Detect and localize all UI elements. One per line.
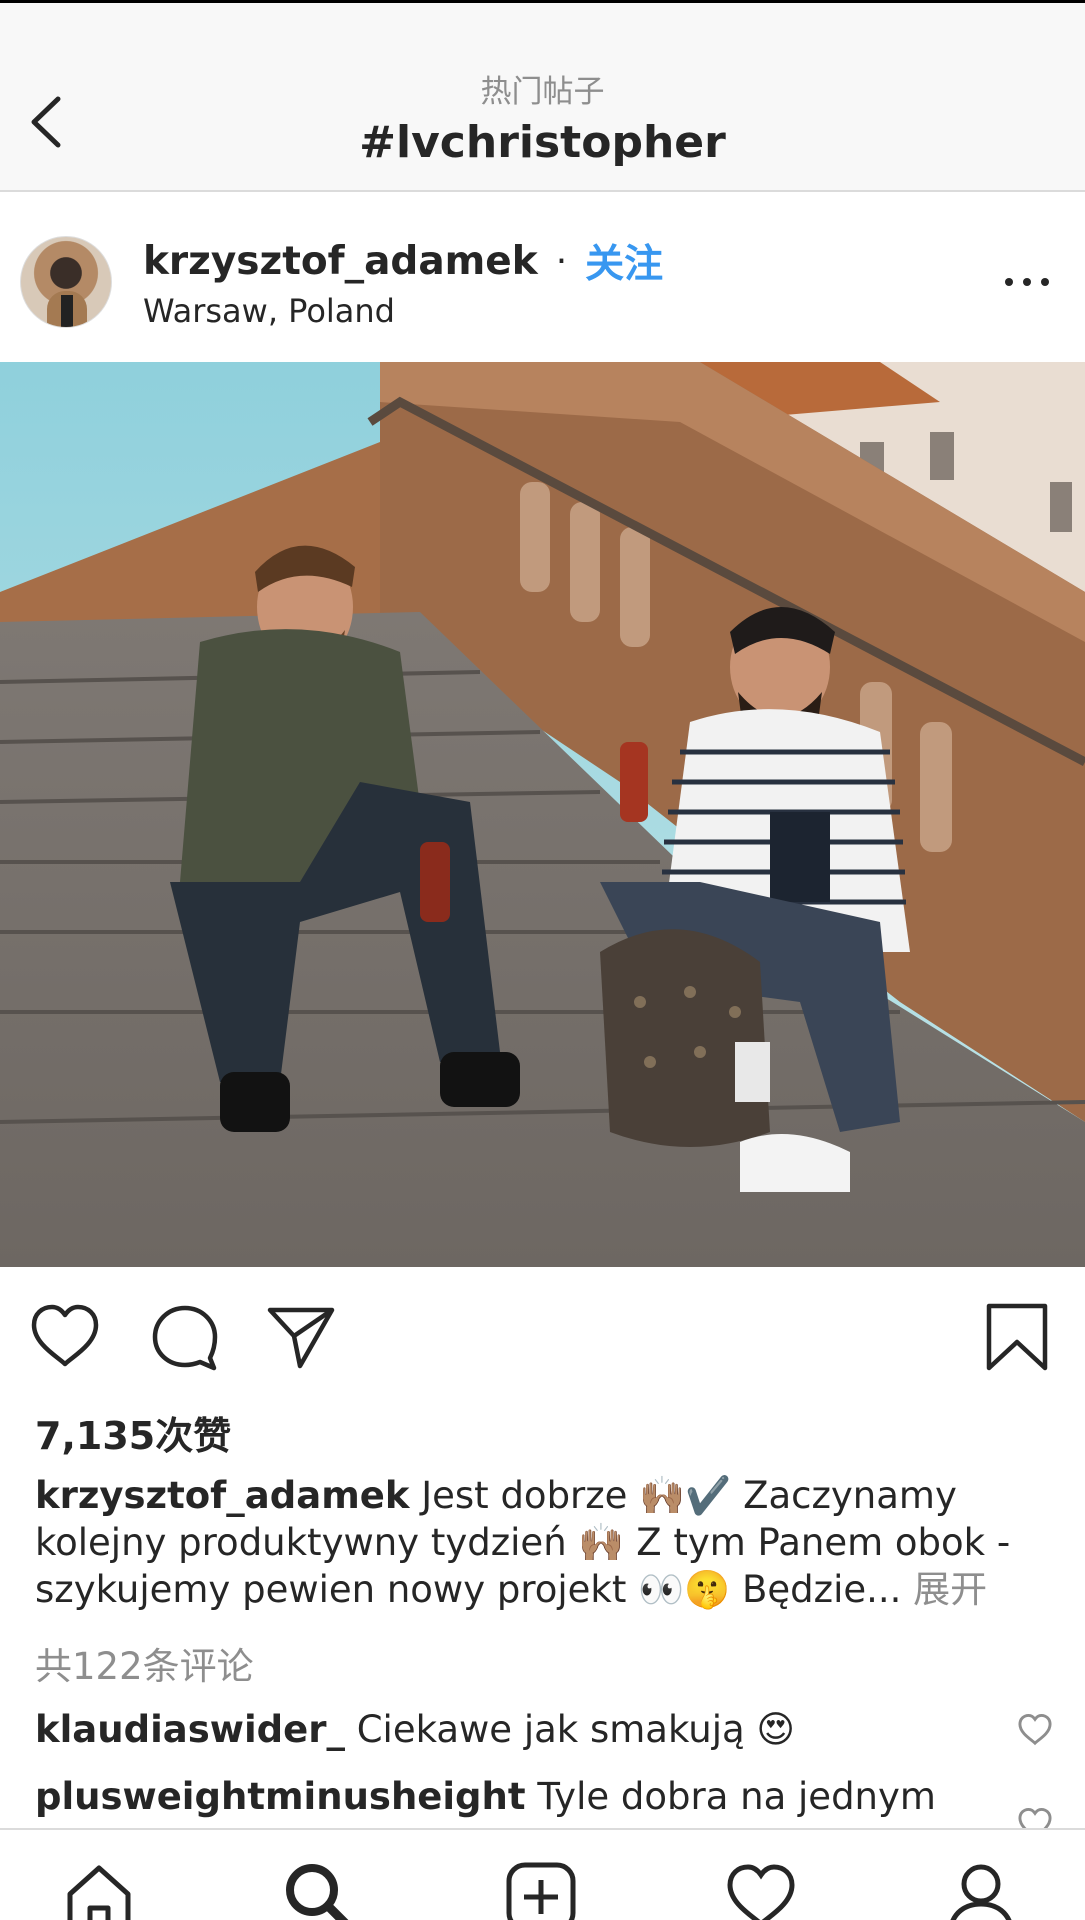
profile-icon (950, 1864, 1012, 1920)
page-subtitle: 热门帖子 (480, 74, 605, 110)
tab-activity[interactable] (724, 1860, 798, 1920)
post-photo-illustration (0, 362, 1085, 1267)
tab-search[interactable] (282, 1860, 356, 1920)
tab-home[interactable] (62, 1860, 136, 1920)
username-row: krzysztof_adamek · 关注 (143, 233, 663, 289)
likes-count[interactable]: 7,135次赞 (35, 1405, 231, 1460)
comment-button[interactable] (148, 1300, 222, 1374)
more-options-button[interactable] (1005, 272, 1049, 292)
expand-caption-link[interactable]: 展开 (913, 1568, 987, 1611)
comment-username[interactable]: plusweightminusheight (35, 1775, 526, 1818)
more-horizontal-icon (1005, 278, 1013, 286)
tab-new-post[interactable] (504, 1860, 578, 1920)
save-button[interactable] (980, 1300, 1054, 1374)
tab-profile[interactable] (944, 1860, 1018, 1920)
comment-text: Tyle dobra na jednym (537, 1775, 936, 1818)
home-icon (67, 1865, 131, 1920)
post-actions-bar (0, 1300, 1085, 1380)
paper-plane-icon (267, 1307, 335, 1369)
post-header: krzysztof_adamek · 关注 Warsaw, Poland (0, 192, 1085, 362)
page-title: #lvchristopher (359, 117, 726, 168)
comment-username[interactable]: klaudiaswider_ (35, 1708, 345, 1751)
share-button[interactable] (264, 1300, 338, 1374)
post-location[interactable]: Warsaw, Poland (143, 292, 395, 330)
activity-heart-icon (727, 1864, 795, 1920)
post-username[interactable]: krzysztof_adamek (143, 239, 538, 284)
add-post-icon (506, 1862, 576, 1920)
heart-outline-icon (1018, 1713, 1052, 1746)
search-icon (286, 1864, 349, 1920)
avatar[interactable] (20, 236, 112, 328)
comment-item: plusweightminusheight Tyle dobra na jedn… (35, 1773, 1015, 1821)
post-image[interactable] (0, 362, 1085, 1267)
comment-text: Ciekawe jak smakują 😍 (356, 1708, 795, 1751)
post-caption: krzysztof_adamek Jest dobrze 🙌🏽✔️ Zaczyn… (35, 1472, 1055, 1613)
speech-bubble-icon (152, 1305, 218, 1371)
like-button[interactable] (28, 1300, 102, 1374)
caption-username[interactable]: krzysztof_adamek (35, 1474, 409, 1517)
separator-dot: · (555, 240, 568, 282)
follow-button[interactable]: 关注 (585, 233, 663, 289)
comment-item: klaudiaswider_ Ciekawe jak smakują 😍 (35, 1706, 1015, 1754)
comment-like-button[interactable] (1017, 1712, 1053, 1748)
heart-outline-icon (31, 1304, 99, 1367)
bookmark-icon (986, 1303, 1048, 1371)
bottom-tab-bar (0, 1828, 1085, 1920)
view-all-comments-link[interactable]: 共122条评论 (35, 1636, 254, 1690)
top-navigation-bar: 热门帖子 #lvchristopher (0, 0, 1085, 192)
avatar-shirt (61, 295, 73, 327)
